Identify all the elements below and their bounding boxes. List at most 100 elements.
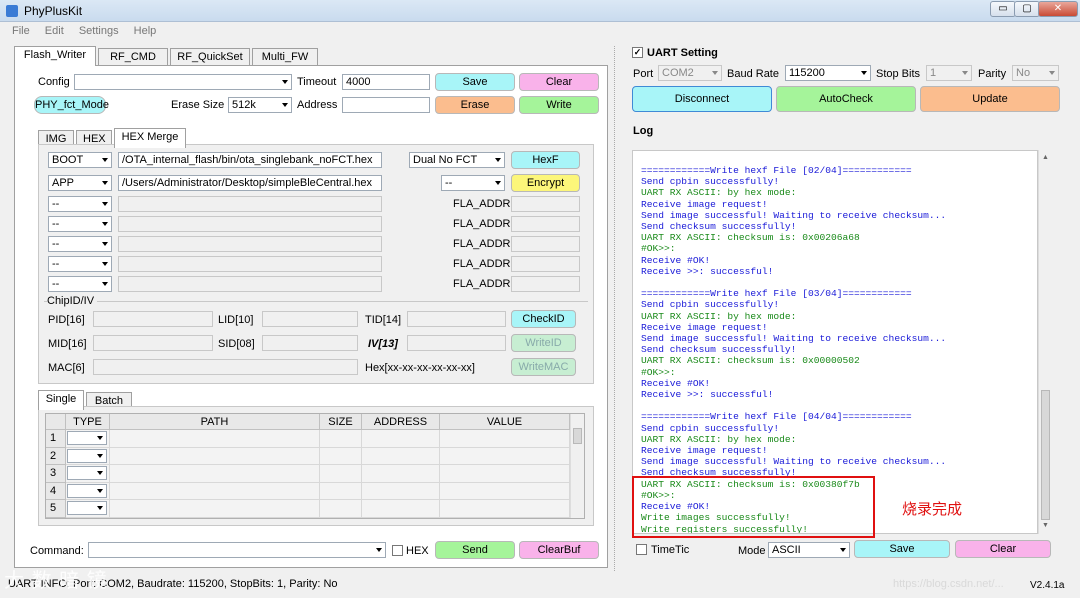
row5-path-input[interactable] [118,236,382,252]
update-button[interactable]: Update [920,86,1060,112]
row2-path-input[interactable]: /Users/Administrator/Desktop/simpleBleCe… [118,175,382,191]
row-type-select[interactable] [67,483,107,498]
tid-input[interactable] [407,311,506,327]
command-input[interactable] [88,542,386,558]
table-cell[interactable] [362,482,440,501]
table-cell[interactable] [320,447,362,466]
autocheck-button[interactable]: AutoCheck [776,86,916,112]
encrypt-option-select[interactable]: -- [441,175,505,191]
table-cell[interactable] [440,430,570,448]
save-config-button[interactable]: Save [435,73,515,91]
row1-path-input[interactable]: /OTA_internal_flash/bin/ota_singlebank_n… [118,152,382,168]
row-type-select[interactable] [67,448,107,463]
table-cell[interactable] [362,430,440,448]
scroll-up-icon[interactable]: ▲ [1042,154,1049,161]
row7-fla-addr-input[interactable] [511,276,580,292]
disconnect-button[interactable]: Disconnect [632,86,772,112]
menu-edit[interactable]: Edit [45,22,64,40]
tab-rf-cmd[interactable]: RF_CMD [98,48,168,66]
iv-input[interactable] [407,335,506,351]
pid-input[interactable] [93,311,213,327]
send-button[interactable]: Send [435,541,515,559]
mid-input[interactable] [93,335,213,351]
parity-select[interactable]: No [1012,65,1059,81]
mac-input[interactable] [93,359,358,375]
row4-fla-addr-input[interactable] [511,216,580,232]
row2-type-select[interactable]: APP [48,175,112,191]
address-input[interactable] [342,97,430,113]
timetic-checkbox[interactable] [636,544,647,555]
table-cell[interactable] [320,465,362,483]
tab-flash-writer[interactable]: Flash_Writer [14,46,96,66]
fct-mode-button[interactable]: PHY_fct_Mode [34,96,109,114]
table-cell[interactable] [320,430,362,448]
log-scroll-thumb[interactable] [1041,390,1050,520]
table-cell[interactable] [110,482,320,501]
fct-option-select[interactable]: Dual No FCT [409,152,505,168]
table-cell[interactable] [362,500,440,518]
table-cell[interactable] [110,500,320,518]
close-button[interactable]: ✕ [1038,1,1078,17]
table-cell[interactable] [440,482,570,501]
config-select[interactable] [74,74,292,90]
row1-type-select[interactable]: BOOT [48,152,112,168]
table-cell[interactable] [320,482,362,501]
col-value-header[interactable]: VALUE [440,414,570,430]
writeid-button[interactable]: WriteID [511,334,576,352]
table-cell[interactable] [66,465,110,483]
row-type-select[interactable] [67,501,107,516]
minimize-button[interactable]: ▭ [990,1,1016,17]
table-cell[interactable] [440,447,570,466]
menu-help[interactable]: Help [134,22,157,40]
checkid-button[interactable]: CheckID [511,310,576,328]
col-type-header[interactable]: TYPE [66,414,110,430]
col-path-header[interactable]: PATH [110,414,320,430]
table-cell[interactable] [66,500,110,518]
table-cell[interactable] [66,447,110,466]
log-clear-button[interactable]: Clear [955,540,1051,558]
panel-splitter[interactable] [614,46,618,571]
clearbuf-button[interactable]: ClearBuf [519,541,599,559]
table-cell[interactable] [66,430,110,448]
sid-input[interactable] [262,335,358,351]
row5-type-select[interactable]: -- [48,236,112,252]
row7-path-input[interactable] [118,276,382,292]
col-address-header[interactable]: ADDRESS [362,414,440,430]
table-cell[interactable] [440,465,570,483]
clear-config-button[interactable]: Clear [519,73,599,91]
menu-file[interactable]: File [12,22,30,40]
table-cell[interactable] [110,430,320,448]
table-cell[interactable] [362,465,440,483]
row3-fla-addr-input[interactable] [511,196,580,212]
tab-single[interactable]: Single [38,390,84,410]
write-button[interactable]: Write [519,96,599,114]
row-type-select[interactable] [67,466,107,481]
menu-settings[interactable]: Settings [79,22,119,40]
timeout-input[interactable]: 4000 [342,74,430,90]
table-cell[interactable] [440,500,570,518]
hex-checkbox[interactable] [392,545,403,556]
erase-button[interactable]: Erase [435,96,515,114]
row3-path-input[interactable] [118,196,382,212]
encrypt-button[interactable]: Encrypt [511,174,580,192]
col-size-header[interactable]: SIZE [320,414,362,430]
table-scroll-thumb[interactable] [573,428,582,444]
row3-type-select[interactable]: -- [48,196,112,212]
row4-type-select[interactable]: -- [48,216,112,232]
tab-hex-merge[interactable]: HEX Merge [114,128,186,148]
lid-input[interactable] [262,311,358,327]
port-select[interactable]: COM2 [658,65,722,81]
uart-setting-checkbox[interactable]: ✓ [632,47,643,58]
table-cell[interactable] [320,500,362,518]
row6-path-input[interactable] [118,256,382,272]
scroll-down-icon[interactable]: ▼ [1042,522,1049,529]
row6-fla-addr-input[interactable] [511,256,580,272]
hexf-button[interactable]: HexF [511,151,580,169]
erase-size-select[interactable]: 512k [228,97,292,113]
maximize-button[interactable]: ▢ [1014,1,1040,17]
table-cell[interactable] [66,482,110,501]
log-save-button[interactable]: Save [854,540,950,558]
row6-type-select[interactable]: -- [48,256,112,272]
row7-type-select[interactable]: -- [48,276,112,292]
mode-select[interactable]: ASCII [768,542,850,558]
